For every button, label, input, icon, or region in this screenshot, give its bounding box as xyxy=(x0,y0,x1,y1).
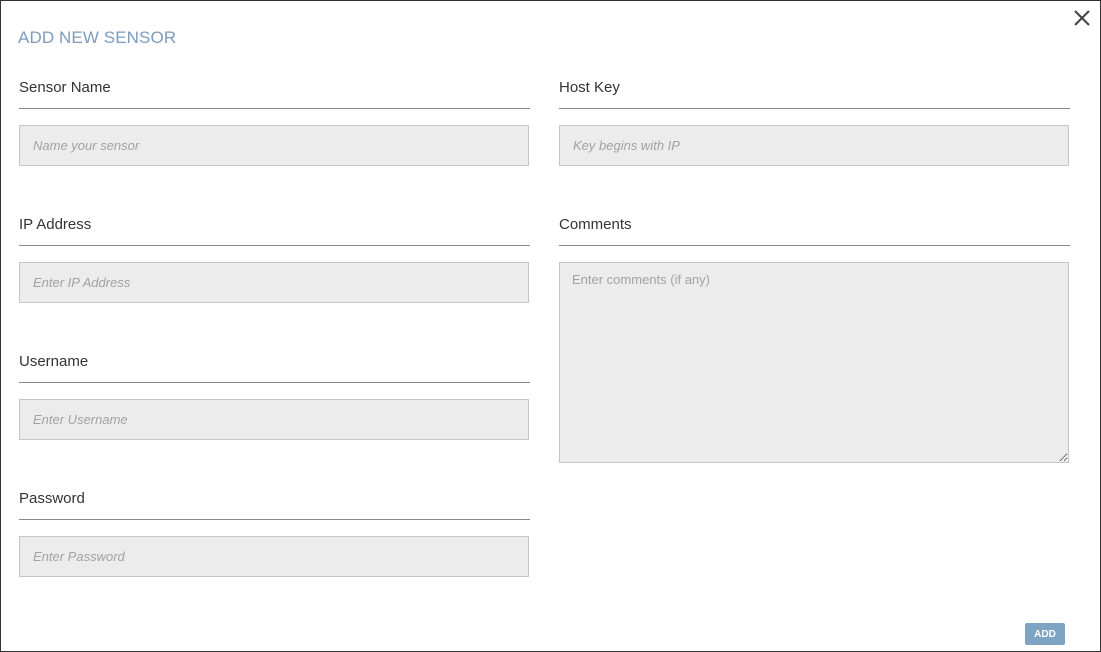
close-button[interactable] xyxy=(1071,7,1093,29)
username-divider xyxy=(19,382,530,383)
comments-textarea[interactable] xyxy=(559,262,1069,463)
password-divider xyxy=(19,519,530,520)
close-icon xyxy=(1074,10,1090,26)
dialog-title: ADD NEW SENSOR xyxy=(18,28,177,47)
ip-address-input[interactable] xyxy=(19,262,529,303)
sensor-name-label: Sensor Name xyxy=(19,79,111,96)
password-input[interactable] xyxy=(19,536,529,577)
sensor-name-divider xyxy=(19,108,530,109)
username-input[interactable] xyxy=(19,399,529,440)
sensor-name-input[interactable] xyxy=(19,125,529,166)
username-label: Username xyxy=(19,353,89,370)
password-label: Password xyxy=(19,490,85,507)
add-sensor-dialog: ADD NEW SENSOR Sensor Name IP Address Us… xyxy=(0,0,1101,652)
ip-address-label: IP Address xyxy=(19,216,92,233)
host-key-label: Host Key xyxy=(559,79,620,96)
add-button[interactable]: ADD xyxy=(1025,623,1065,645)
host-key-divider xyxy=(559,108,1070,109)
comments-divider xyxy=(559,245,1070,246)
comments-label: Comments xyxy=(559,216,632,233)
ip-address-divider xyxy=(19,245,530,246)
host-key-input[interactable] xyxy=(559,125,1069,166)
